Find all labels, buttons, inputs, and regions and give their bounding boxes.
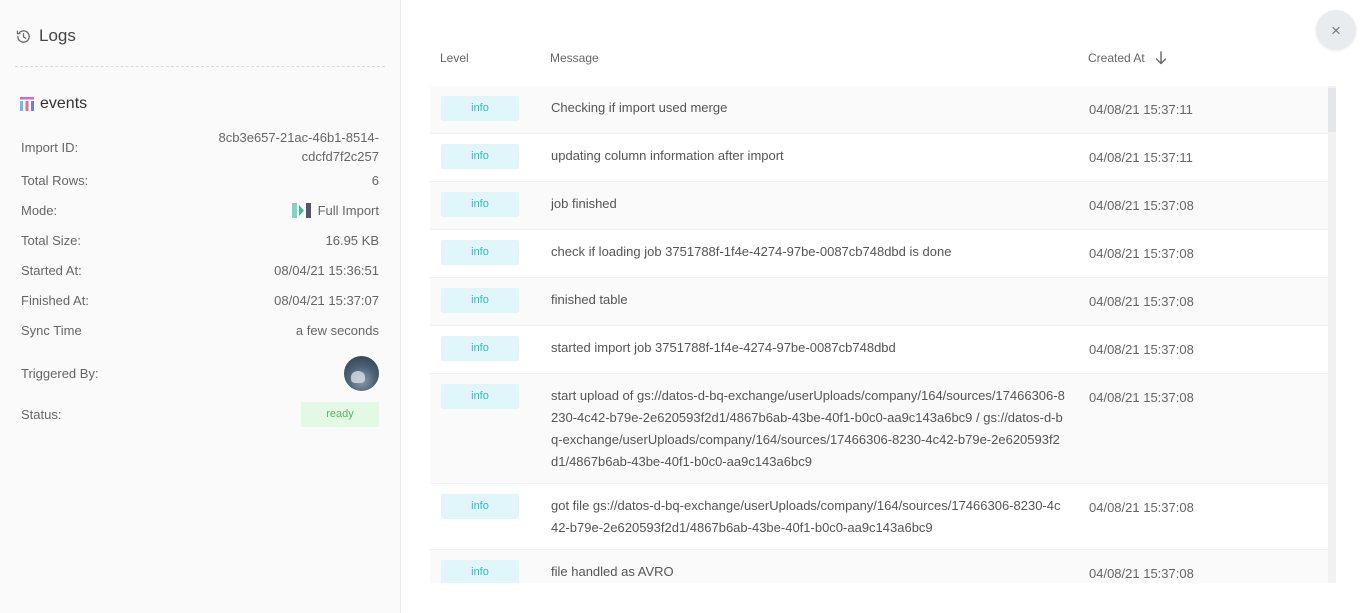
table-name-row: events — [20, 95, 87, 113]
log-created-at: 04/08/21 15:37:08 — [1089, 294, 1194, 309]
mode-value: Full Import — [291, 203, 379, 218]
mode-label: Mode: — [21, 203, 58, 218]
level-badge: info — [441, 192, 519, 217]
status-row: Status: ready — [21, 402, 379, 427]
column-header-message-label: Message — [550, 51, 599, 65]
column-header-level: Level — [440, 51, 469, 65]
log-row: info updating column information after i… — [430, 134, 1328, 182]
log-created-at: 04/08/21 15:37:08 — [1089, 566, 1194, 581]
log-created-at: 04/08/21 15:37:08 — [1089, 342, 1194, 357]
started-at-value: 08/04/21 15:36:51 — [274, 263, 379, 278]
log-row: info job finished 04/08/21 15:37:08 — [430, 182, 1328, 230]
logs-title: Logs — [39, 26, 76, 45]
log-row: info started import job 3751788f-1f4e-42… — [430, 326, 1328, 374]
level-badge: info — [441, 96, 519, 121]
total-size-value: 16.95 KB — [325, 233, 380, 248]
log-list: info Checking if import used merge 04/08… — [430, 86, 1336, 583]
history-icon — [16, 29, 30, 43]
close-icon: × — [1331, 20, 1341, 40]
total-size-row: Total Size: 16.95 KB — [21, 233, 379, 248]
triggered-by-label: Triggered By: — [21, 366, 99, 381]
column-header-created-at-label: Created At — [1088, 51, 1145, 65]
log-created-at: 04/08/21 15:37:08 — [1089, 500, 1194, 515]
import-id-line-1: 8cb3e657-21ac-46b1-8514- — [218, 130, 379, 145]
status-label: Status: — [21, 407, 62, 422]
close-button[interactable]: × — [1316, 10, 1356, 50]
arrow-down-icon[interactable] — [1155, 51, 1167, 65]
log-created-at: 04/08/21 15:37:08 — [1089, 198, 1194, 213]
log-message: check if loading job 3751788f-1f4e-4274-… — [551, 244, 952, 259]
log-created-at: 04/08/21 15:37:11 — [1089, 102, 1193, 117]
sync-time-row: Sync Time a few seconds — [21, 323, 379, 338]
log-row: info Checking if import used merge 04/08… — [430, 86, 1328, 134]
log-row: info start upload of gs://datos-d-bq-exc… — [430, 374, 1328, 484]
log-created-at: 04/08/21 15:37:08 — [1089, 390, 1194, 405]
log-created-at: 04/08/21 15:37:11 — [1089, 150, 1193, 165]
log-list-scrollbar[interactable] — [1328, 86, 1336, 583]
table-name: events — [40, 95, 88, 112]
started-at-row: Started At: 08/04/21 15:36:51 — [21, 263, 379, 278]
avatar[interactable] — [344, 356, 379, 391]
column-header-level-label: Level — [440, 51, 469, 65]
total-rows-label: Total Rows: — [21, 173, 89, 188]
sync-time-value: a few seconds — [295, 323, 379, 338]
table-icon — [20, 97, 34, 111]
triggered-by-row: Triggered By: — [21, 356, 379, 391]
finished-at-label: Finished At: — [21, 293, 89, 308]
total-rows-row: Total Rows: 6 — [21, 173, 379, 188]
log-message: start upload of gs://datos-d-bq-exchange… — [551, 388, 1065, 469]
logs-header: Logs — [15, 25, 76, 47]
started-at-label: Started At: — [21, 263, 82, 278]
finished-at-row: Finished At: 08/04/21 15:37:07 — [21, 293, 379, 308]
column-header-created-at[interactable]: Created At — [1088, 51, 1167, 65]
total-rows-value: 6 — [371, 173, 379, 188]
scrollbar-thumb[interactable] — [1328, 88, 1336, 132]
log-message: finished table — [551, 292, 628, 307]
log-message: job finished — [551, 196, 617, 211]
import-details-sidebar: Logs events Import ID: 8cb3e657-21ac-46b… — [0, 0, 401, 613]
level-badge: info — [441, 384, 519, 409]
level-badge: info — [441, 494, 519, 519]
import-id-value: 8cb3e657-21ac-46b1-8514- cdcfd7f2c257 — [219, 128, 379, 166]
import-id-label: Import ID: — [21, 139, 79, 155]
log-message: got file gs://datos-d-bq-exchange/userUp… — [551, 498, 1061, 535]
finished-at-value: 08/04/21 15:37:07 — [274, 293, 379, 308]
status-badge: ready — [301, 402, 379, 427]
log-row: info check if loading job 3751788f-1f4e-… — [430, 230, 1328, 278]
log-message: Checking if import used merge — [551, 100, 728, 115]
total-size-label: Total Size: — [21, 233, 81, 248]
mode-row: Mode: Full Import — [21, 203, 379, 218]
level-badge: info — [441, 560, 519, 583]
log-message: started import job 3751788f-1f4e-4274-97… — [551, 340, 896, 355]
mode-text: Full Import — [317, 203, 379, 218]
import-id-line-2: cdcfd7f2c257 — [301, 149, 379, 164]
level-badge: info — [441, 288, 519, 313]
log-message: file handled as AVRO — [551, 564, 674, 579]
log-message: updating column information after import — [551, 148, 784, 163]
full-import-icon — [291, 203, 311, 218]
divider — [15, 66, 385, 67]
level-badge: info — [441, 240, 519, 265]
level-badge: info — [441, 144, 519, 169]
log-row: info finished table 04/08/21 15:37:08 — [430, 278, 1328, 326]
sync-time-label: Sync Time — [21, 323, 82, 338]
log-row: info got file gs://datos-d-bq-exchange/u… — [430, 484, 1328, 550]
log-created-at: 04/08/21 15:37:08 — [1089, 246, 1194, 261]
column-header-message: Message — [550, 51, 599, 65]
log-row: info file handled as AVRO 04/08/21 15:37… — [430, 550, 1328, 583]
import-id-row: Import ID: 8cb3e657-21ac-46b1-8514- cdcf… — [21, 128, 379, 166]
level-badge: info — [441, 336, 519, 361]
